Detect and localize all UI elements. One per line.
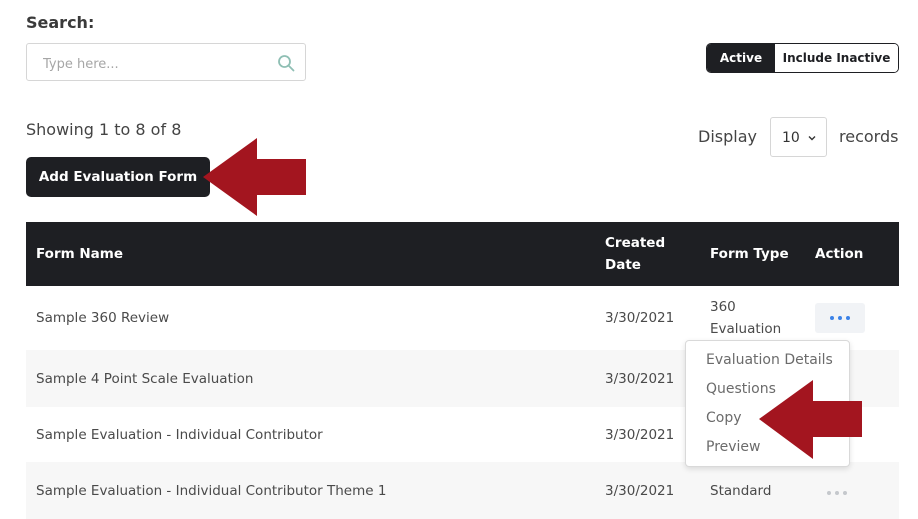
annotation-arrow-icon <box>759 380 862 459</box>
records-label: records <box>839 127 899 146</box>
records-per-page-select[interactable]: 10 <box>770 117 827 157</box>
display-label: Display <box>698 127 757 146</box>
form-name-cell: Sample 360 Review <box>26 286 595 350</box>
row-actions-menu-button[interactable] <box>815 490 847 495</box>
add-evaluation-form-button[interactable]: Add Evaluation Form <box>26 157 210 197</box>
showing-count: Showing 1 to 8 of 8 <box>26 120 182 139</box>
table-row: Sample Evaluation - Individual Contribut… <box>26 462 899 519</box>
menu-item-preview[interactable]: Preview <box>706 439 761 455</box>
created-date-cell: 3/30/2021 <box>595 286 700 350</box>
table-header-row: Form Name Created Date Form Type Action <box>26 222 899 286</box>
chevron-down-icon <box>808 136 816 141</box>
annotation-arrow-icon <box>203 138 306 216</box>
more-dots-icon <box>827 490 831 495</box>
created-date-cell: 3/30/2021 <box>595 462 700 519</box>
action-cell <box>805 462 899 519</box>
menu-item-copy[interactable]: Copy <box>706 410 742 426</box>
records-per-page-value: 10 <box>782 130 800 146</box>
search-icon[interactable] <box>277 54 295 72</box>
form-name-cell: Sample Evaluation - Individual Contribut… <box>26 407 595 462</box>
column-header-form-type[interactable]: Form Type <box>700 222 805 286</box>
search-input[interactable] <box>41 53 265 75</box>
menu-item-evaluation-details[interactable]: Evaluation Details <box>706 352 833 368</box>
column-header-action: Action <box>805 222 899 286</box>
form-name-cell: Sample 4 Point Scale Evaluation <box>26 350 595 407</box>
search-label: Search: <box>26 13 95 32</box>
column-header-form-name[interactable]: Form Name <box>26 222 595 286</box>
row-actions-menu-button[interactable] <box>815 303 865 333</box>
column-header-created-date[interactable]: Created Date <box>595 222 700 286</box>
form-type-cell: Standard <box>700 462 805 519</box>
status-toggle: Active Include Inactive <box>706 43 899 73</box>
active-toggle-button[interactable]: Active <box>707 44 775 72</box>
search-box[interactable] <box>26 43 306 81</box>
form-name-cell: Sample Evaluation - Individual Contribut… <box>26 462 595 519</box>
include-inactive-toggle-button[interactable]: Include Inactive <box>775 44 898 72</box>
more-dots-icon <box>830 316 834 320</box>
